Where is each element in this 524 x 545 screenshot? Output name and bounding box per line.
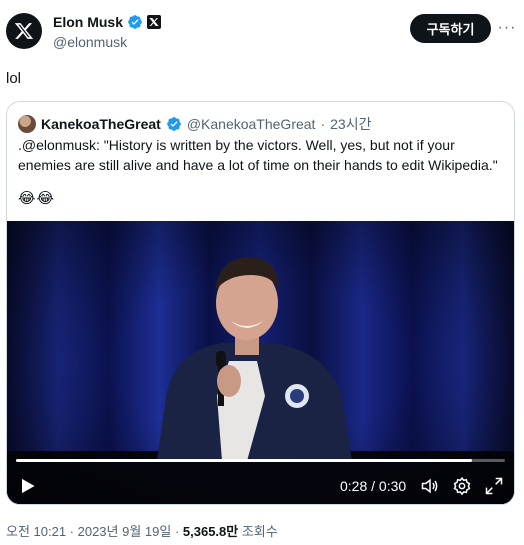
tweet-header: Elon Musk @elonmusk 구독하기 ···	[0, 0, 524, 60]
video-player[interactable]: 0:28 / 0:30	[7, 221, 514, 504]
author-handle[interactable]: @elonmusk	[53, 34, 127, 50]
tweet-text: lol	[6, 70, 22, 87]
tweet-timestamp[interactable]: 오전 10:21 · 2023년 9월 19일 ·	[6, 524, 183, 539]
quoted-author-handle: @KanekoaTheGreat	[186, 116, 316, 132]
more-options-button[interactable]: ···	[497, 17, 517, 39]
video-time: 0:28 / 0:30	[340, 478, 407, 494]
volume-icon[interactable]	[420, 476, 440, 496]
x-logo-icon	[14, 23, 34, 39]
verified-badge-icon	[128, 15, 142, 29]
quoted-tweet-emoji: 😂😂	[18, 190, 56, 207]
fullscreen-icon[interactable]	[484, 476, 504, 496]
author-name-row: Elon Musk	[53, 14, 162, 30]
view-count-label: 조회수	[238, 524, 278, 539]
tweet-metadata: 오전 10:21 · 2023년 9월 19일 · 5,365.8만 조회수	[6, 521, 278, 540]
video-progress-bar[interactable]	[16, 459, 505, 462]
x-affiliation-badge-icon[interactable]	[147, 15, 162, 29]
quoted-author-name: KanekoaTheGreat	[41, 116, 161, 132]
view-count: 5,365.8만	[182, 524, 239, 539]
more-icon: ···	[497, 19, 517, 36]
author-avatar[interactable]	[6, 13, 42, 49]
author-display-name[interactable]: Elon Musk	[53, 14, 123, 30]
quoted-tweet-header: KanekoaTheGreat @KanekoaTheGreat · 23시간	[18, 114, 371, 134]
quoted-author-avatar	[18, 115, 36, 133]
play-icon[interactable]	[17, 476, 37, 496]
quoted-time: 23시간	[330, 116, 372, 132]
quoted-tweet-card[interactable]: KanekoaTheGreat @KanekoaTheGreat · 23시간 …	[6, 101, 515, 505]
subscribe-button[interactable]: 구독하기	[410, 14, 491, 43]
quoted-separator: ·	[320, 116, 326, 132]
gear-icon[interactable]	[452, 476, 472, 496]
quoted-tweet-text: .@elonmusk: "History is written by the v…	[18, 137, 498, 173]
video-progress-fill	[16, 459, 473, 462]
video-frame-image	[7, 221, 514, 504]
verified-badge-icon	[166, 117, 181, 131]
